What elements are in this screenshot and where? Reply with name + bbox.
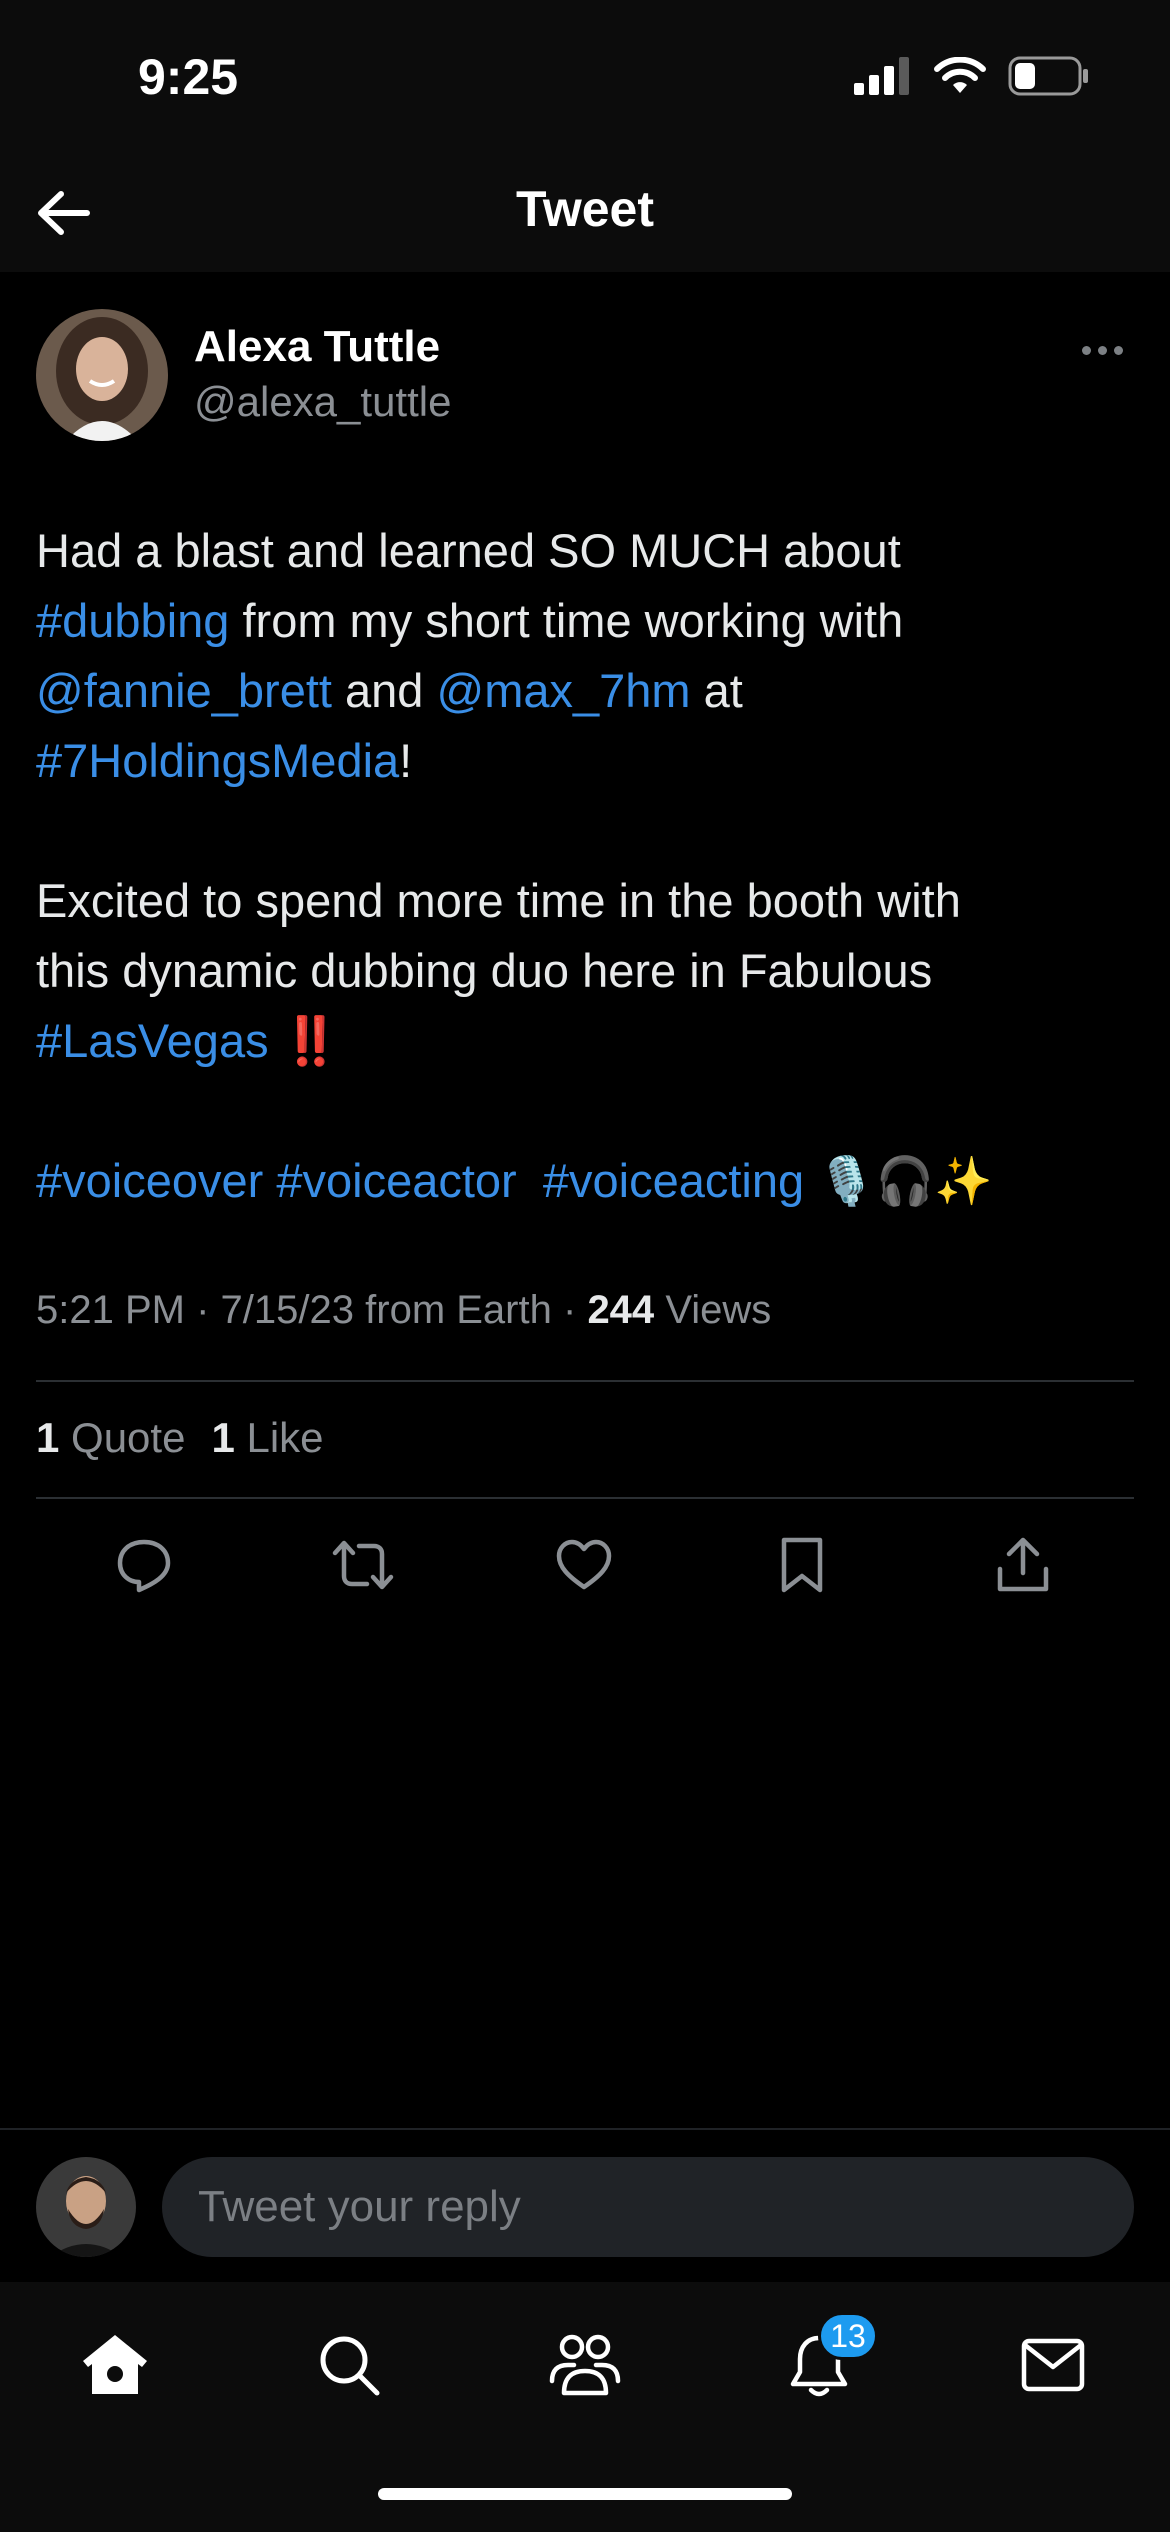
status-icons bbox=[854, 56, 1090, 96]
tweet-text-segment: Excited to spend more time in the booth … bbox=[36, 874, 961, 927]
share-button[interactable] bbox=[988, 1530, 1058, 1600]
status-bar: 9:25 bbox=[0, 0, 1170, 150]
tweet-text-segment: from my short time working with bbox=[229, 594, 904, 647]
likes-link[interactable]: 1 Like bbox=[211, 1414, 323, 1462]
tweet-text-segment: ‼️ bbox=[268, 1014, 341, 1067]
tweet-text-segment: and bbox=[331, 664, 437, 717]
tweet-meta: 5:21 PM · 7/15/23 from Earth · 244 Views bbox=[36, 1288, 771, 1333]
hashtag-link[interactable]: #LasVegas bbox=[36, 1014, 269, 1067]
current-user-avatar-image bbox=[36, 2157, 136, 2257]
heart-icon bbox=[556, 1539, 612, 1590]
bookmark-button[interactable] bbox=[767, 1530, 837, 1600]
like-count: 1 bbox=[211, 1414, 235, 1461]
like-label: Like bbox=[246, 1414, 324, 1461]
tab-bar: 13 bbox=[0, 2282, 1170, 2532]
quote-label: Quote bbox=[71, 1414, 186, 1461]
reply-input[interactable] bbox=[162, 2157, 1134, 2257]
tab-search[interactable] bbox=[304, 2320, 394, 2410]
more-options-button[interactable] bbox=[1072, 320, 1132, 380]
tab-messages[interactable] bbox=[1008, 2320, 1098, 2410]
search-icon bbox=[320, 2336, 380, 2396]
like-button[interactable] bbox=[549, 1530, 619, 1600]
author-name[interactable]: Alexa Tuttle bbox=[194, 322, 440, 372]
hashtag-link[interactable]: #dubbing bbox=[36, 594, 229, 647]
tweet-text-segment: this dynamic dubbing duo here in Fabulou… bbox=[36, 944, 933, 997]
author-handle[interactable]: @alexa_tuttle bbox=[194, 378, 451, 426]
home-indicator[interactable] bbox=[378, 2488, 792, 2500]
retweet-button[interactable] bbox=[328, 1530, 398, 1600]
mention-link[interactable]: @fannie_brett bbox=[36, 664, 332, 717]
tweet-paragraph: Excited to spend more time in the booth … bbox=[36, 866, 1136, 1076]
meta-separator: · bbox=[196, 1288, 210, 1332]
tab-notifications[interactable]: 13 bbox=[774, 2312, 878, 2410]
tweet-time: 5:21 PM bbox=[36, 1288, 185, 1332]
wifi-icon bbox=[934, 57, 986, 93]
views-link[interactable]: 244 Views bbox=[587, 1288, 771, 1332]
hashtag-link[interactable]: #voiceacting bbox=[543, 1154, 804, 1207]
meta-separator: · bbox=[562, 1288, 577, 1332]
tab-communities[interactable] bbox=[540, 2320, 630, 2410]
views-count: 244 bbox=[587, 1288, 655, 1332]
more-horizontal-icon bbox=[1081, 345, 1123, 355]
status-time: 9:25 bbox=[138, 49, 239, 105]
bookmark-icon bbox=[781, 1537, 823, 1593]
tweet-paragraph: Had a blast and learned SO MUCH about #d… bbox=[36, 516, 1136, 796]
home-icon bbox=[83, 2335, 147, 2394]
nav-bar: Tweet bbox=[0, 150, 1170, 272]
emoji-text: 🎙️🎧✨ bbox=[817, 1154, 993, 1207]
tweet-stats: 1 Quote 1 Like bbox=[36, 1414, 324, 1462]
tweet-actions bbox=[36, 1530, 1134, 1600]
hashtag-link[interactable]: #voiceactor bbox=[276, 1154, 516, 1207]
tweet-text: Had a blast and learned SO MUCH about #d… bbox=[36, 516, 1136, 1216]
mention-link[interactable]: @max_7hm bbox=[437, 664, 691, 717]
notifications-badge: 13 bbox=[818, 2312, 878, 2360]
tweet-text-segment: Had a blast and learned SO MUCH about bbox=[36, 524, 901, 577]
tweet-date: 7/15/23 bbox=[220, 1288, 355, 1332]
tweet-source: from Earth bbox=[365, 1288, 552, 1332]
tweet-paragraph: #voiceover #voiceactor #voiceacting 🎙️🎧✨ bbox=[36, 1146, 1136, 1216]
reply-button[interactable] bbox=[109, 1530, 179, 1600]
hashtag-link[interactable]: #voiceover bbox=[36, 1154, 263, 1207]
tab-home[interactable] bbox=[70, 2320, 160, 2410]
page-title: Tweet bbox=[516, 181, 654, 237]
retweet-icon bbox=[332, 1540, 394, 1590]
cellular-signal-icon bbox=[854, 57, 909, 95]
share-icon bbox=[997, 1537, 1049, 1592]
hashtag-link[interactable]: #7HoldingsMedia bbox=[36, 734, 399, 787]
divider bbox=[36, 1497, 1134, 1499]
author-avatar[interactable] bbox=[36, 309, 168, 441]
quote-count: 1 bbox=[36, 1414, 60, 1461]
tweet-text-segment: ! bbox=[399, 734, 413, 787]
tweet-text-segment: at bbox=[690, 664, 743, 717]
quotes-link[interactable]: 1 Quote bbox=[36, 1414, 185, 1462]
current-user-avatar[interactable] bbox=[36, 2157, 136, 2257]
divider bbox=[36, 1380, 1134, 1382]
communities-icon bbox=[549, 2334, 621, 2396]
views-label: Views bbox=[665, 1288, 772, 1332]
battery-icon bbox=[1008, 56, 1088, 96]
mail-icon bbox=[1021, 2338, 1085, 2392]
author-avatar-image bbox=[36, 309, 168, 441]
reply-icon bbox=[117, 1539, 171, 1593]
